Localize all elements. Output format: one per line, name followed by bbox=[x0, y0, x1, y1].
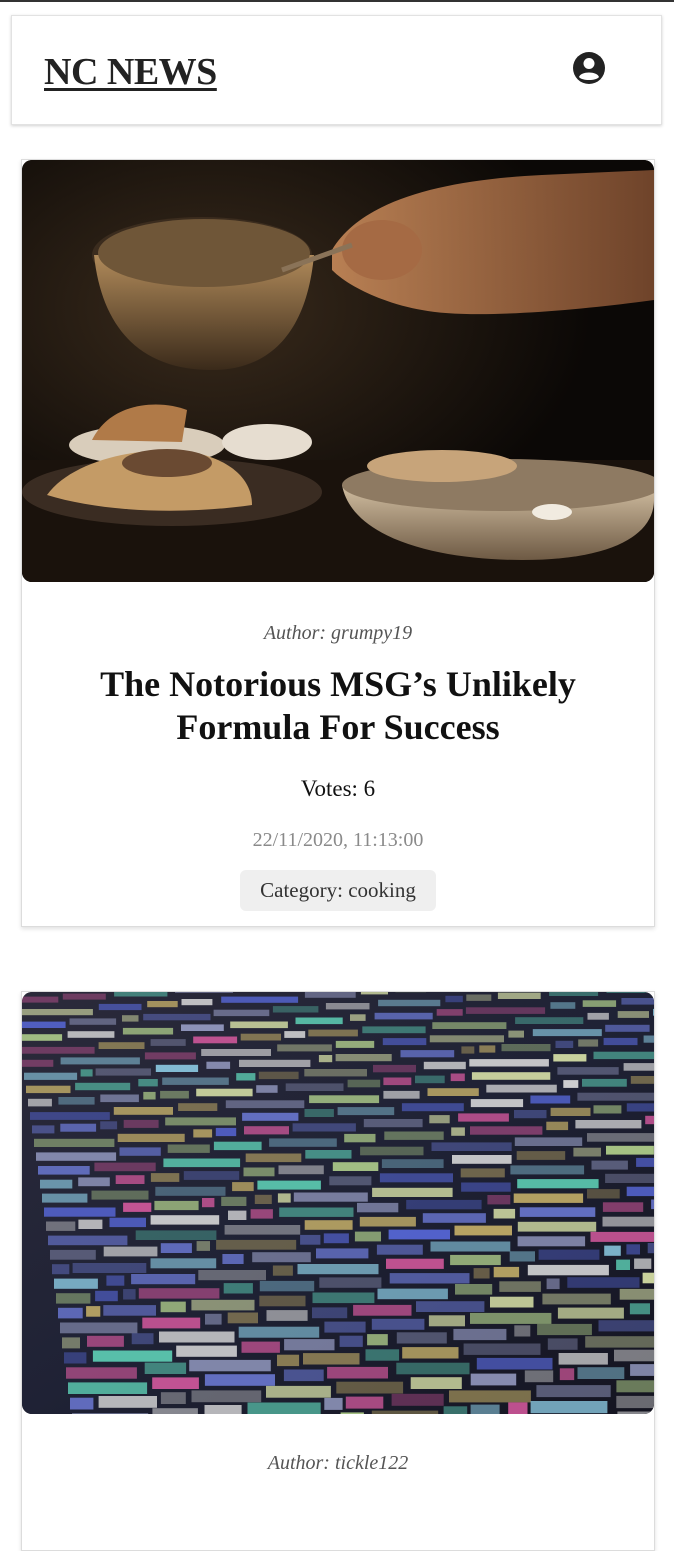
article-image[interactable] bbox=[22, 992, 654, 1414]
site-logo[interactable]: NC NEWS bbox=[44, 50, 217, 94]
article-author: Author: grumpy19 bbox=[22, 622, 654, 645]
article-author: Author: tickle122 bbox=[22, 1452, 654, 1475]
article-date: 22/11/2020, 11:13:00 bbox=[22, 829, 654, 852]
article-title[interactable]: The Notorious MSG’s Unlikely Formula For… bbox=[52, 663, 624, 749]
article-image[interactable] bbox=[22, 160, 654, 582]
site-header: NC NEWS bbox=[11, 15, 662, 125]
article-card[interactable]: Author: grumpy19 The Notorious MSG’s Unl… bbox=[21, 159, 655, 927]
article-card[interactable]: Author: tickle122 bbox=[21, 991, 655, 1551]
article-votes: Votes: 6 bbox=[22, 776, 654, 802]
category-badge[interactable]: Category: cooking bbox=[240, 870, 436, 911]
cooking-photo bbox=[22, 160, 654, 582]
code-on-screen-photo bbox=[22, 992, 654, 1414]
account-circle-icon[interactable] bbox=[572, 51, 606, 85]
top-border bbox=[0, 0, 674, 2]
